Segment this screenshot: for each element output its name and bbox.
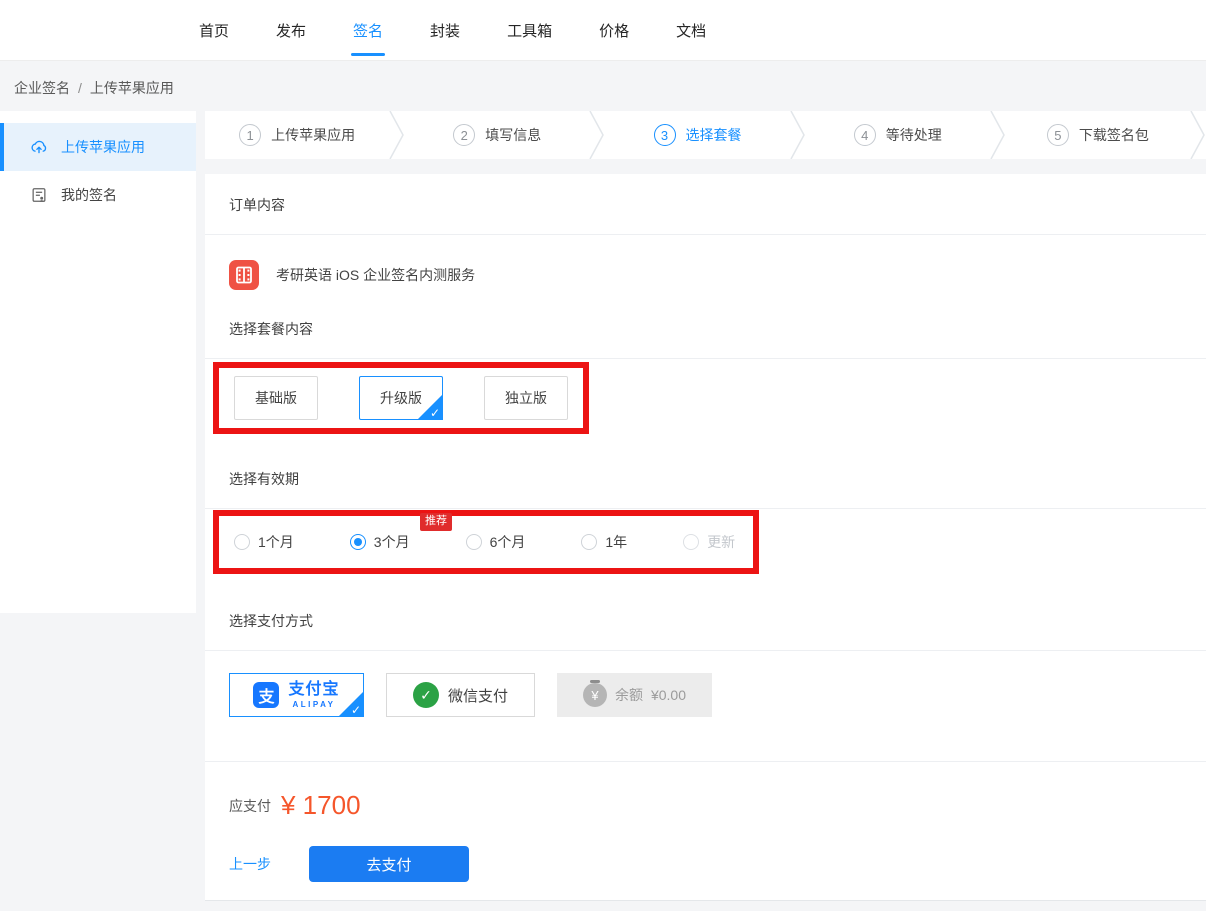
balance-amount: ¥0.00 (651, 687, 686, 703)
radio-icon (466, 534, 482, 550)
validity-option-1year[interactable]: 1年 (581, 532, 627, 552)
sidebar-item-label: 上传苹果应用 (61, 137, 145, 157)
alipay-wordmark: 支付宝 ALIPAY (288, 682, 339, 709)
radio-label: 6个月 (490, 532, 526, 552)
top-nav: 首页 发布 签名 封装 工具箱 价格 文档 (0, 0, 1206, 61)
recommended-badge: 推荐 (420, 513, 452, 531)
breadcrumb: 企业签名 / 上传苹果应用 (0, 61, 1206, 111)
radio-icon (234, 534, 250, 550)
sidebar: 上传苹果应用 我的签名 (0, 111, 196, 613)
breadcrumb-current: 上传苹果应用 (90, 80, 174, 96)
package-option-upgrade-selected[interactable]: 升级版 ✓ (359, 376, 443, 420)
validity-option-3months-selected[interactable]: 3个月 (350, 532, 410, 552)
payment-alipay-selected[interactable]: 支 支付宝 ALIPAY ✓ (229, 673, 364, 717)
wechat-label: 微信支付 (448, 685, 508, 706)
breadcrumb-separator: / (78, 80, 82, 96)
step-3-active: 3 选择套餐 (605, 111, 789, 159)
nav-docs[interactable]: 文档 (676, 14, 706, 47)
payment-section-title: 选择支付方式 (205, 590, 1206, 651)
package-option-label: 独立版 (505, 388, 547, 408)
validity-option-1month[interactable]: 1个月 (234, 532, 294, 552)
package-section-title: 选择套餐内容 (205, 298, 1206, 359)
order-content-title: 订单内容 (205, 174, 1206, 235)
nav-publish[interactable]: 发布 (276, 14, 306, 47)
payment-wechat[interactable]: ✓ 微信支付 (386, 673, 535, 717)
previous-step-link[interactable]: 上一步 (229, 854, 271, 874)
step-separator-chevron (589, 111, 605, 159)
amount-due-row: 应支付 ¥ 1700 (205, 761, 1206, 821)
package-option-label: 基础版 (255, 388, 297, 408)
annotation-box-validity: 推荐 1个月 3个月 6个月 (213, 510, 759, 574)
balance-label: 余额 (615, 685, 643, 705)
step-number: 2 (453, 124, 475, 146)
nav-toolbox[interactable]: 工具箱 (507, 14, 552, 47)
step-number: 5 (1047, 124, 1069, 146)
validity-row: 推荐 1个月 3个月 6个月 (205, 509, 1206, 590)
step-number: 3 (654, 124, 676, 146)
amount-due-value: ¥ 1700 (281, 790, 361, 821)
money-bag-icon: ¥ (583, 683, 607, 707)
step-separator-chevron (990, 111, 1006, 159)
validity-section-title: 选择有效期 (205, 448, 1206, 509)
step-label: 下载签名包 (1079, 125, 1149, 145)
radio-label: 3个月 (374, 532, 410, 552)
alipay-label: 支付宝 (288, 682, 339, 698)
payment-balance-disabled[interactable]: ¥ 余额 ¥0.00 (557, 673, 712, 717)
step-4: 4 等待处理 (806, 111, 990, 159)
app-info-row: 考研英语 iOS 企业签名内测服务 (205, 235, 1206, 298)
selected-check-icon: ✓ (430, 407, 440, 419)
package-option-basic[interactable]: 基础版 (234, 376, 318, 420)
nav-home[interactable]: 首页 (199, 14, 229, 47)
radio-label: 1年 (605, 532, 627, 552)
step-separator-chevron (389, 111, 405, 159)
step-label: 填写信息 (485, 125, 541, 145)
sidebar-item-upload-app[interactable]: 上传苹果应用 (0, 123, 196, 171)
cloud-upload-icon (30, 138, 48, 156)
step-2: 2 填写信息 (405, 111, 589, 159)
step-5: 5 下载签名包 (1006, 111, 1190, 159)
alipay-logo-icon: 支 (253, 682, 279, 708)
my-signature-icon (30, 186, 48, 204)
actions-row: 上一步 去支付 (205, 821, 1206, 900)
page: 首页 发布 签名 封装 工具箱 价格 文档 企业签名 / 上传苹果应用 上传苹果应用… (0, 0, 1206, 911)
radio-icon (581, 534, 597, 550)
order-panel: 订单内容 考研英语 iOS 企业签名内测服务 选择套餐内容 基础版 升级版 (205, 174, 1206, 901)
nav-sign[interactable]: 签名 (353, 14, 383, 47)
sidebar-item-my-signatures[interactable]: 我的签名 (0, 171, 196, 219)
nav-package[interactable]: 封装 (430, 14, 460, 47)
step-1: 1 上传苹果应用 (205, 111, 389, 159)
validity-option-6months[interactable]: 6个月 (466, 532, 526, 552)
film-app-icon (229, 260, 259, 290)
annotation-box-package: 基础版 升级版 ✓ 独立版 (213, 362, 589, 434)
step-label: 等待处理 (886, 125, 942, 145)
amount-due-label: 应支付 (229, 796, 271, 816)
selected-check-icon: ✓ (351, 704, 361, 716)
radio-label: 更新 (707, 532, 735, 552)
validity-option-renew-disabled[interactable]: 更新 (683, 532, 735, 552)
step-number: 4 (854, 124, 876, 146)
package-row: 基础版 升级版 ✓ 独立版 (205, 359, 1206, 448)
sidebar-item-label: 我的签名 (61, 185, 117, 205)
go-pay-button[interactable]: 去支付 (309, 846, 469, 882)
nav-price[interactable]: 价格 (599, 14, 629, 47)
steps-bar: 1 上传苹果应用 2 填写信息 3 选择套餐 4 等待处理 (205, 111, 1206, 159)
radio-label: 1个月 (258, 532, 294, 552)
package-option-standalone[interactable]: 独立版 (484, 376, 568, 420)
payment-methods-row: 支 支付宝 ALIPAY ✓ ✓ 微信支付 ¥ 余额 (205, 651, 1206, 761)
radio-icon (350, 534, 366, 550)
radio-icon (683, 534, 699, 550)
alipay-sublabel: ALIPAY (292, 701, 335, 709)
step-label: 选择套餐 (686, 125, 742, 145)
step-separator-chevron (1190, 111, 1206, 159)
step-number: 1 (239, 124, 261, 146)
step-label: 上传苹果应用 (271, 125, 355, 145)
app-name: 考研英语 iOS 企业签名内测服务 (276, 265, 475, 285)
breadcrumb-enterprise-sign[interactable]: 企业签名 (14, 80, 70, 96)
step-separator-chevron (790, 111, 806, 159)
package-option-label: 升级版 (380, 388, 422, 408)
wechat-pay-icon: ✓ (413, 682, 439, 708)
